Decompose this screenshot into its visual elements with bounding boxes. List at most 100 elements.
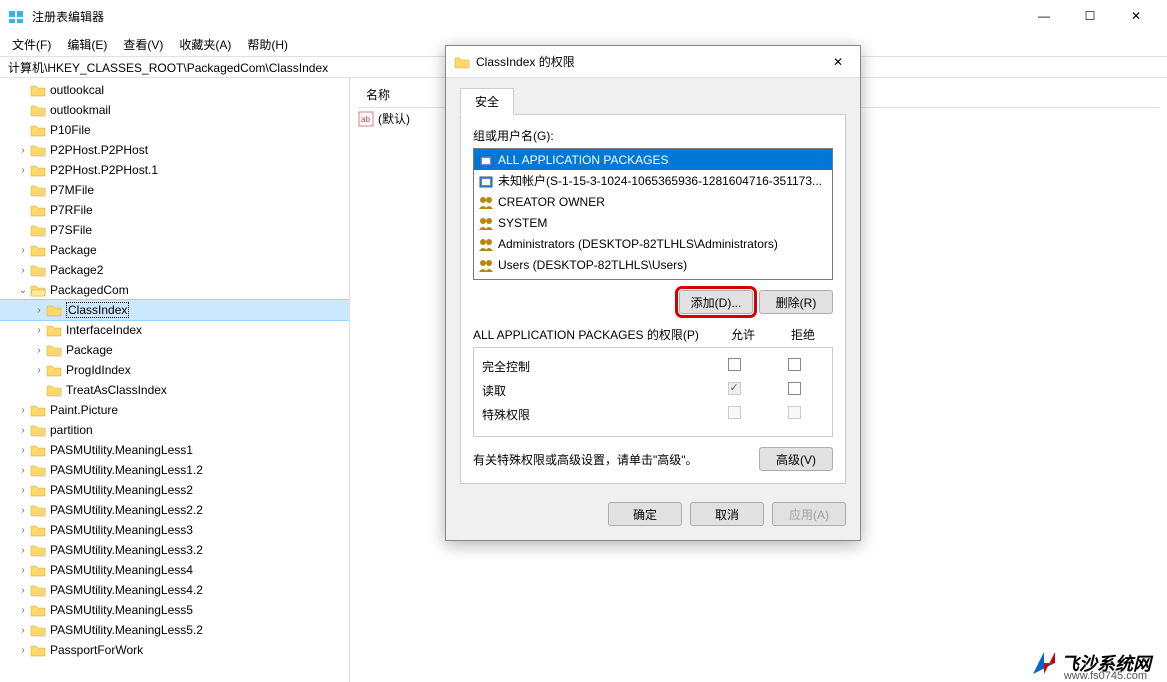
cancel-button[interactable]: 取消 xyxy=(690,502,764,526)
expand-icon[interactable]: › xyxy=(16,563,30,577)
expand-icon[interactable]: › xyxy=(16,263,30,277)
user-row[interactable]: ALL APPLICATION PACKAGES xyxy=(474,149,832,170)
apply-button[interactable]: 应用(A) xyxy=(772,502,846,526)
user-row[interactable]: CREATOR OWNER xyxy=(474,191,832,212)
close-button[interactable]: ✕ xyxy=(1113,0,1159,32)
expand-icon[interactable]: › xyxy=(32,303,46,317)
folder-icon xyxy=(30,203,46,217)
tree-item-packagedcom[interactable]: ⌄PackagedCom xyxy=(0,280,349,300)
tree-item-paint-picture[interactable]: ›Paint.Picture xyxy=(0,400,349,420)
tree-item-p2phost-p2phost-1[interactable]: ›P2PHost.P2PHost.1 xyxy=(0,160,349,180)
expand-icon[interactable]: › xyxy=(32,363,46,377)
tree-item-outlookmail[interactable]: outlookmail xyxy=(0,100,349,120)
menu-file[interactable]: 文件(F) xyxy=(4,34,59,55)
perm-for-label: ALL APPLICATION PACKAGES 的权限(P) xyxy=(473,326,713,343)
tab-security[interactable]: 安全 xyxy=(460,88,514,115)
folder-icon xyxy=(30,283,46,297)
expand-icon[interactable]: › xyxy=(16,403,30,417)
expand-icon[interactable]: › xyxy=(16,543,30,557)
maximize-button[interactable]: ☐ xyxy=(1067,0,1113,32)
perm-deny-checkbox[interactable] xyxy=(788,358,801,371)
expand-icon[interactable]: › xyxy=(16,603,30,617)
menu-help[interactable]: 帮助(H) xyxy=(239,34,296,55)
advanced-button[interactable]: 高级(V) xyxy=(759,447,833,471)
tree-item-pasmutility-meaningless2[interactable]: ›PASMUtility.MeaningLess2 xyxy=(0,480,349,500)
tree-item-passportforwork[interactable]: › PassportForWork xyxy=(0,640,349,660)
tree-item-pasmutility-meaningless5-2[interactable]: ›PASMUtility.MeaningLess5.2 xyxy=(0,620,349,640)
expand-icon[interactable]: › xyxy=(16,583,30,597)
expand-icon[interactable]: › xyxy=(32,323,46,337)
expand-icon[interactable] xyxy=(16,183,30,197)
expand-icon[interactable]: › xyxy=(16,503,30,517)
tree-item-pasmutility-meaningless1[interactable]: › PASMUtility.MeaningLess1 xyxy=(0,440,349,460)
add-button[interactable]: 添加(D)... xyxy=(679,290,753,314)
expand-icon[interactable]: › xyxy=(16,143,30,157)
tree-item-interfaceindex[interactable]: ›InterfaceIndex xyxy=(0,320,349,340)
tree-item-outlookcal[interactable]: outlookcal xyxy=(0,80,349,100)
expand-icon[interactable] xyxy=(16,223,30,237)
tree-item-pasmutility-meaningless1-2[interactable]: ›PASMUtility.MeaningLess1.2 xyxy=(0,460,349,480)
expand-icon[interactable]: › xyxy=(16,463,30,477)
expand-icon[interactable]: › xyxy=(16,643,30,657)
expand-icon[interactable] xyxy=(32,383,46,397)
col-deny: 拒绝 xyxy=(773,326,833,343)
perm-allow-checkbox xyxy=(728,382,741,395)
minimize-button[interactable]: — xyxy=(1021,0,1067,32)
tree-item-partition[interactable]: ›partition xyxy=(0,420,349,440)
tree-item-classindex[interactable]: ›ClassIndex xyxy=(0,300,349,320)
tree-item-pasmutility-meaningless3-2[interactable]: ›PASMUtility.MeaningLess3.2 xyxy=(0,540,349,560)
tree-pane[interactable]: outlookcaloutlookmailP10File›P2PHost.P2P… xyxy=(0,78,350,682)
menu-view[interactable]: 查看(V) xyxy=(115,34,171,55)
tree-item-package2[interactable]: ›Package2 xyxy=(0,260,349,280)
user-row[interactable]: Administrators (DESKTOP-82TLHLS\Administ… xyxy=(474,233,832,254)
expand-icon[interactable] xyxy=(16,203,30,217)
tree-item-package[interactable]: ›Package xyxy=(0,240,349,260)
expand-icon[interactable]: › xyxy=(16,163,30,177)
users-listbox[interactable]: ALL APPLICATION PACKAGES未知帐户(S-1-15-3-10… xyxy=(473,148,833,280)
menu-favorites[interactable]: 收藏夹(A) xyxy=(171,34,239,55)
expand-icon[interactable]: › xyxy=(16,243,30,257)
tree-item-label: PASMUtility.MeaningLess1 xyxy=(50,443,193,457)
perm-deny-checkbox[interactable] xyxy=(788,382,801,395)
tree-item-p7rfile[interactable]: P7RFile xyxy=(0,200,349,220)
dialog-close-button[interactable]: ✕ xyxy=(824,48,852,76)
expand-icon[interactable]: › xyxy=(16,483,30,497)
tree-item-pasmutility-meaningless3[interactable]: ›PASMUtility.MeaningLess3 xyxy=(0,520,349,540)
user-row[interactable]: SYSTEM xyxy=(474,212,832,233)
advanced-hint: 有关特殊权限或高级设置，请单击"高级"。 xyxy=(473,451,759,468)
tree-item-label: PassportForWork xyxy=(50,643,143,657)
expand-icon[interactable]: › xyxy=(16,443,30,457)
expand-icon[interactable]: › xyxy=(32,343,46,357)
ok-button[interactable]: 确定 xyxy=(608,502,682,526)
perm-allow-checkbox[interactable] xyxy=(728,358,741,371)
tree-item-treatasclassindex[interactable]: TreatAsClassIndex xyxy=(0,380,349,400)
folder-icon xyxy=(30,423,46,437)
remove-button[interactable]: 删除(R) xyxy=(759,290,833,314)
tree-item-p7sfile[interactable]: P7SFile xyxy=(0,220,349,240)
menu-edit[interactable]: 编辑(E) xyxy=(59,34,115,55)
tree-item-package[interactable]: ›Package xyxy=(0,340,349,360)
perm-row: 读取 xyxy=(482,378,824,402)
expand-icon[interactable]: › xyxy=(16,523,30,537)
folder-icon xyxy=(30,643,46,657)
tree-item-p2phost-p2phost[interactable]: ›P2PHost.P2PHost xyxy=(0,140,349,160)
expand-icon[interactable] xyxy=(16,83,30,97)
expand-icon[interactable] xyxy=(16,103,30,117)
expand-icon[interactable]: › xyxy=(16,423,30,437)
title-bar: 注册表编辑器 — ☐ ✕ xyxy=(0,0,1167,32)
tree-item-pasmutility-meaningless4[interactable]: ›PASMUtility.MeaningLess4 xyxy=(0,560,349,580)
user-row[interactable]: Users (DESKTOP-82TLHLS\Users) xyxy=(474,254,832,275)
tree-item-label: TreatAsClassIndex xyxy=(66,383,167,397)
col-name[interactable]: 名称 xyxy=(358,82,398,107)
tree-item-progidindex[interactable]: ›ProgIdIndex xyxy=(0,360,349,380)
tree-item-pasmutility-meaningless5[interactable]: ›PASMUtility.MeaningLess5 xyxy=(0,600,349,620)
user-row[interactable]: 未知帐户(S-1-15-3-1024-1065365936-1281604716… xyxy=(474,170,832,191)
tree-item-pasmutility-meaningless2-2[interactable]: ›PASMUtility.MeaningLess2.2 xyxy=(0,500,349,520)
tree-item-pasmutility-meaningless4-2[interactable]: ›PASMUtility.MeaningLess4.2 xyxy=(0,580,349,600)
expand-icon[interactable]: › xyxy=(16,623,30,637)
expand-icon[interactable]: ⌄ xyxy=(16,283,30,297)
expand-icon[interactable] xyxy=(16,123,30,137)
dialog-title-bar[interactable]: ClassIndex 的权限 ✕ xyxy=(446,46,860,78)
tree-item-p10file[interactable]: P10File xyxy=(0,120,349,140)
tree-item-p7mfile[interactable]: P7MFile xyxy=(0,180,349,200)
